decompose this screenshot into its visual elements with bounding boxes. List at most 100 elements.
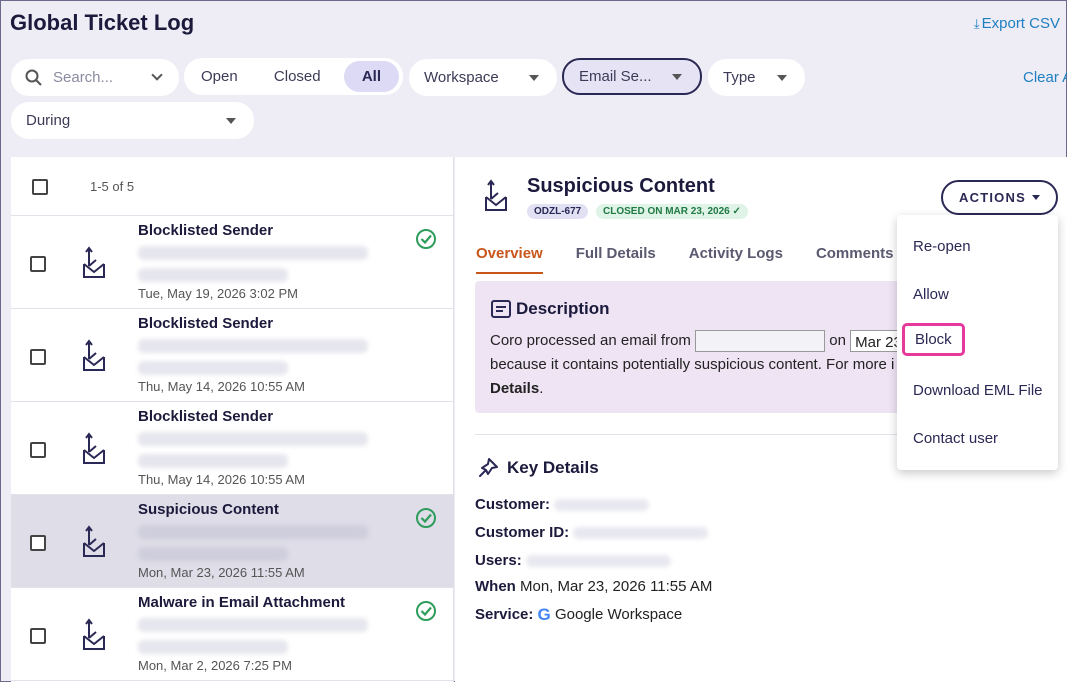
search-input[interactable]: Search... — [11, 59, 179, 96]
tab-overview[interactable]: Overview — [476, 245, 543, 274]
ticket-row[interactable]: Malware in Email Attachment Mon, Mar 2, 2… — [11, 588, 454, 681]
menu-item-download-eml[interactable]: Download EML File — [913, 382, 1043, 399]
ticket-title: Suspicious Content — [527, 175, 715, 197]
menu-item-contact-user[interactable]: Contact user — [913, 430, 998, 447]
users-label: Users: — [475, 552, 522, 569]
ticket-row-date: Mon, Mar 2, 2026 7:25 PM — [138, 658, 292, 673]
email-ticket-icon — [81, 246, 107, 285]
type-label: Type — [723, 69, 756, 86]
during-dropdown[interactable]: During — [11, 102, 254, 139]
desc-line1a: Coro processed an email from — [490, 332, 691, 349]
google-icon: G — [537, 605, 551, 624]
list-header: 1-5 of 5 — [11, 157, 453, 216]
status-segmented-control: Open Closed All — [184, 58, 403, 95]
ticket-id-badge: ODZL-677 — [527, 204, 589, 219]
ticket-row-date: Tue, May 19, 2026 3:02 PM — [138, 286, 298, 301]
tab-activity-logs[interactable]: Activity Logs — [689, 245, 783, 274]
row-checkbox[interactable] — [30, 442, 46, 458]
tab-full-details[interactable]: Full Details — [576, 245, 656, 274]
when-label: When — [475, 578, 516, 595]
export-csv-link[interactable]: ⤓ Export CSV — [974, 15, 1060, 32]
caret-down-icon — [226, 117, 236, 124]
status-tab-all[interactable]: All — [343, 61, 399, 92]
menu-item-reopen[interactable]: Re-open — [913, 238, 971, 255]
actions-button[interactable]: ACTIONS — [941, 180, 1058, 215]
service-label: Service: — [475, 606, 534, 623]
actions-menu: Re-open Allow Block Download EML File Co… — [897, 215, 1058, 470]
ticket-row[interactable]: Blocklisted Sender Tue, May 19, 2026 3:02… — [11, 216, 454, 309]
result-count: 1-5 of 5 — [90, 179, 135, 194]
sender-redacted — [695, 330, 826, 353]
actions-label: ACTIONS — [959, 190, 1026, 205]
ticket-row-title: Malware in Email Attachment — [138, 594, 345, 611]
ticket-row-title: Suspicious Content — [138, 501, 279, 518]
redacted-text — [138, 547, 288, 561]
menu-item-allow[interactable]: Allow — [913, 286, 949, 303]
menu-item-block[interactable]: Block — [902, 323, 965, 356]
customer-id-label: Customer ID: — [475, 524, 570, 541]
status-badge-text: CLOSED ON MAR 23, 2026 — [603, 206, 730, 217]
pin-icon — [479, 458, 498, 477]
type-dropdown[interactable]: Type — [708, 59, 805, 96]
ticket-row-date: Thu, May 14, 2026 10:55 AM — [138, 472, 305, 487]
detail-tabs: Overview Full Details Activity Logs Comm… — [476, 245, 911, 274]
row-checkbox[interactable] — [30, 349, 46, 365]
row-checkbox[interactable] — [30, 628, 46, 644]
customer-id-redacted — [573, 527, 709, 540]
redacted-text — [138, 525, 368, 539]
when-value: Mon, Mar 23, 2026 11:55 AM — [520, 578, 713, 595]
status-tab-closed[interactable]: Closed — [261, 61, 334, 92]
redacted-text — [138, 432, 368, 446]
key-details-heading: Key Details — [507, 458, 599, 477]
ticket-row[interactable]: Blocklisted Sender Thu, May 14, 2026 10:5… — [11, 402, 454, 495]
description-heading: Description — [516, 299, 610, 318]
redacted-text — [138, 268, 288, 282]
email-ticket-icon — [81, 432, 107, 471]
caret-down-icon — [777, 74, 787, 81]
chevron-down-icon — [151, 69, 163, 81]
search-placeholder: Search... — [53, 69, 114, 86]
desc-line1b: on — [829, 332, 846, 349]
desc-line3-suffix: . — [539, 380, 544, 397]
ticket-row[interactable]: Blocklisted Sender Thu, May 14, 2026 10:5… — [11, 309, 454, 402]
ticket-row[interactable]: Suspicious Content Mon, Mar 23, 2026 11:5… — [11, 495, 454, 588]
full-details-link[interactable]: Details — [490, 380, 539, 397]
ticket-row-date: Mon, Mar 23, 2026 11:55 AM — [138, 565, 305, 580]
caret-down-icon — [529, 74, 539, 81]
row-checkbox[interactable] — [30, 535, 46, 551]
ticket-row-date: Thu, May 14, 2026 10:55 AM — [138, 379, 305, 394]
customer-label: Customer: — [475, 496, 551, 513]
status-badge: CLOSED ON MAR 23, 2026 ✓ — [596, 204, 748, 219]
workspace-label: Workspace — [424, 69, 499, 86]
export-csv-label: Export CSV — [981, 15, 1060, 32]
service-value: Google Workspace — [554, 606, 683, 623]
users-redacted — [525, 555, 671, 568]
status-tab-open[interactable]: Open — [188, 61, 251, 92]
email-ticket-icon — [81, 618, 107, 657]
row-checkbox[interactable] — [30, 256, 46, 272]
redacted-text — [138, 246, 368, 260]
email-security-label: Email Se... — [579, 68, 652, 85]
redacted-text — [138, 361, 288, 375]
email-security-dropdown[interactable]: Email Se... — [562, 58, 702, 95]
during-label: During — [26, 112, 71, 129]
ticket-row-title: Blocklisted Sender — [138, 408, 274, 425]
description-card: Description Coro processed an email from… — [475, 281, 915, 413]
redacted-text — [138, 618, 368, 632]
desc-line2: because it contains potentially suspicio… — [490, 356, 895, 373]
redacted-text — [138, 640, 288, 654]
workspace-dropdown[interactable]: Workspace — [409, 59, 557, 96]
redacted-text — [138, 454, 288, 468]
page-title: Global Ticket Log — [10, 10, 195, 35]
download-icon: ⤓ — [973, 16, 980, 31]
resolved-check-icon — [415, 228, 437, 255]
caret-down-icon — [1031, 195, 1040, 200]
resolved-check-icon — [415, 507, 437, 534]
customer-id-row: Customer ID: — [475, 524, 709, 541]
clear-all-link[interactable]: Clear All — [1023, 69, 1067, 86]
ticket-row-title: Blocklisted Sender — [138, 222, 274, 239]
select-all-checkbox[interactable] — [32, 179, 48, 195]
ticket-list: 1-5 of 5 Blocklisted Sender Tue, May 19, … — [11, 157, 454, 682]
customer-row: Customer: — [475, 496, 650, 513]
when-row: When Mon, Mar 23, 2026 11:55 AM — [475, 578, 712, 595]
